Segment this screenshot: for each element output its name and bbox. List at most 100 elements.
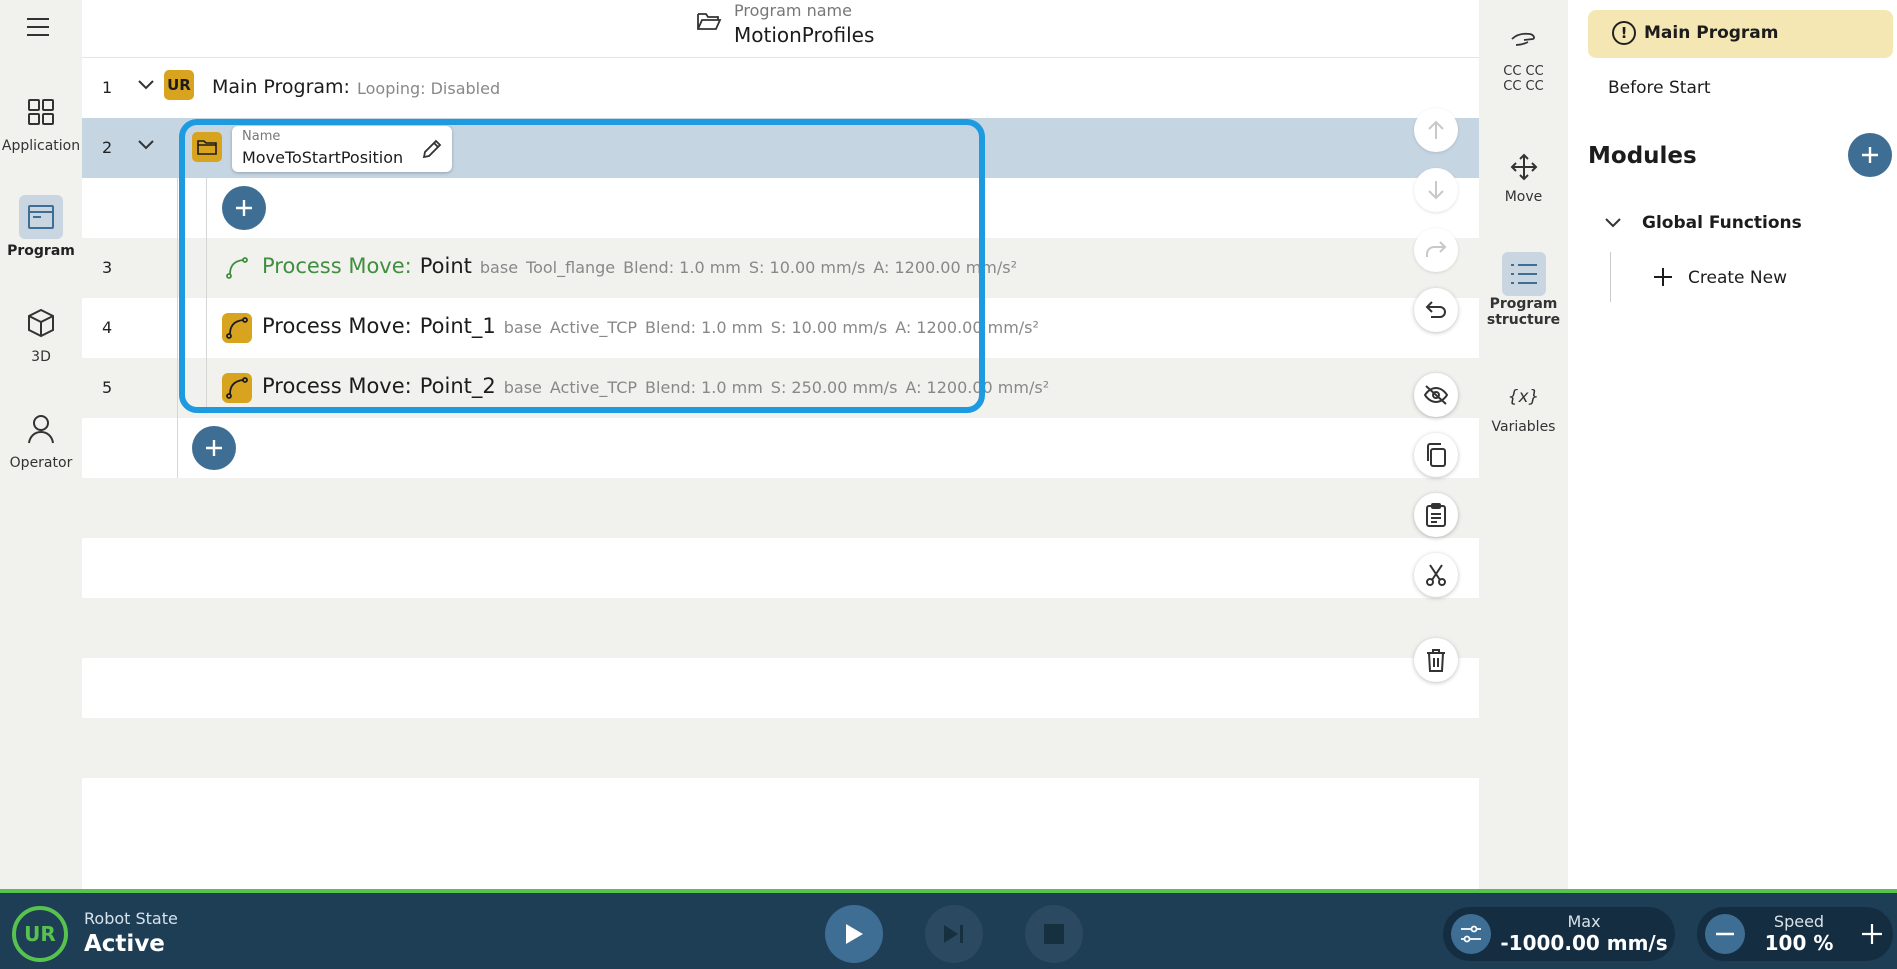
variables-icon: {x} xyxy=(1507,387,1540,407)
program-icon xyxy=(19,195,63,239)
cut-button[interactable] xyxy=(1414,553,1458,597)
minus-icon xyxy=(1716,932,1734,936)
status-footer: UR Robot State Active Max -1000.00 mm/s … xyxy=(0,889,1897,969)
tree-row-move[interactable]: 3 Process Move: Point base Tool_flange Blend… xyxy=(82,238,1479,298)
ur-logo-icon: UR xyxy=(164,70,194,100)
stop-button[interactable] xyxy=(1025,905,1083,963)
speed-value: 100 % xyxy=(1764,931,1834,955)
tree-guide-line xyxy=(1610,252,1611,302)
plus-icon xyxy=(236,200,252,216)
copy-button[interactable] xyxy=(1414,433,1458,477)
add-node-button[interactable] xyxy=(192,426,236,470)
chevron-down-icon[interactable] xyxy=(137,76,155,94)
tree-row-group[interactable]: 2 Name MoveToStartPosition xyxy=(82,118,1479,178)
move-tcp: Tool_flange xyxy=(526,258,616,277)
pencil-icon[interactable] xyxy=(420,137,444,161)
undo-icon xyxy=(1425,301,1446,318)
max-speed-control[interactable]: Max -1000.00 mm/s xyxy=(1443,907,1675,961)
list-icon xyxy=(1501,252,1546,296)
sidebar-item-variables[interactable]: {x} Variables xyxy=(1479,375,1568,435)
undo-button[interactable] xyxy=(1414,288,1458,332)
arrow-up-icon xyxy=(1428,120,1444,139)
global-functions-heading[interactable]: Global Functions xyxy=(1642,213,1802,233)
move-entry: Process Move: Point base Tool_flange Blend: … xyxy=(262,254,1017,278)
hamburger-menu-button[interactable] xyxy=(22,14,54,40)
move-tcp: Active_TCP xyxy=(549,378,638,397)
delete-button[interactable] xyxy=(1414,638,1458,682)
sidebar-item-program-structure[interactable]: Program structure xyxy=(1479,252,1568,328)
scissors-icon xyxy=(1426,564,1446,586)
stop-icon xyxy=(1044,924,1064,944)
line-number: 5 xyxy=(102,378,113,397)
move-frame: base xyxy=(479,258,519,277)
sidebar-item-move[interactable]: Move xyxy=(1479,145,1568,205)
hide-button[interactable] xyxy=(1414,373,1458,417)
move-speed: S: 10.00 mm/s xyxy=(770,318,888,337)
main-program-title: Main Program: xyxy=(212,76,350,98)
move-arrows-icon xyxy=(1502,145,1546,189)
add-node-in-group-button[interactable] xyxy=(222,186,266,230)
app-root: Application Program 3D Operator Program … xyxy=(0,0,1897,969)
add-module-button[interactable] xyxy=(1848,133,1892,177)
sidebar-item-cc[interactable]: CC CC CC CC xyxy=(1479,20,1568,94)
speed-label: Speed xyxy=(1773,912,1825,931)
sidebar-cc-label: CC CC CC CC xyxy=(1503,64,1544,94)
line-number: 1 xyxy=(102,78,113,97)
name-field-label: Name xyxy=(242,129,281,144)
skip-next-icon xyxy=(944,925,963,943)
step-button[interactable] xyxy=(925,905,983,963)
grid-icon xyxy=(19,90,63,134)
speed-slider-control[interactable]: Speed 100 % xyxy=(1697,907,1893,961)
nav-3d[interactable]: 3D xyxy=(0,301,82,391)
speed-settings-button[interactable] xyxy=(1451,914,1491,954)
main-program-card[interactable]: ! Main Program xyxy=(1588,10,1893,58)
move-title: Process Move: xyxy=(262,254,412,278)
nav-application-label: Application xyxy=(1,138,81,154)
tree-row-add-inside xyxy=(82,178,1479,238)
move-frame: base xyxy=(503,318,542,337)
tree-row-main-program[interactable]: 1 UR Main Program: Looping: Disabled xyxy=(82,58,1479,118)
tree-guide-line xyxy=(206,178,207,414)
speed-decrease-button[interactable] xyxy=(1705,914,1745,954)
tree-row-add-main xyxy=(82,418,1479,478)
empty-row xyxy=(82,598,1479,658)
empty-row xyxy=(82,658,1479,718)
move-down-button[interactable] xyxy=(1414,168,1458,212)
play-icon xyxy=(846,924,863,944)
chevron-down-icon[interactable] xyxy=(137,136,155,154)
group-name-field[interactable]: Name MoveToStartPosition xyxy=(232,126,452,172)
program-name[interactable]: MotionProfiles xyxy=(734,23,874,47)
move-blend: Blend: 1.0 mm xyxy=(645,318,763,337)
tree-guide-line xyxy=(177,178,178,478)
sliders-icon xyxy=(1461,925,1481,943)
robot-state-value: Active xyxy=(84,931,165,957)
move-title: Process Move: xyxy=(262,374,412,398)
before-start-item[interactable]: Before Start xyxy=(1608,78,1711,98)
process-move-icon xyxy=(222,253,252,283)
nav-program[interactable]: Program xyxy=(0,195,82,285)
nav-application[interactable]: Application xyxy=(0,90,82,180)
left-nav: Application Program 3D Operator xyxy=(0,0,82,889)
sidebar-variables-label: Variables xyxy=(1491,419,1556,435)
tree-row-move[interactable]: 4 Process Move: Point_1 base Active_TCP Blen… xyxy=(82,298,1479,358)
move-point-name: Point_2 xyxy=(419,374,496,398)
nav-operator[interactable]: Operator xyxy=(0,407,82,497)
plus-icon[interactable] xyxy=(1861,923,1883,945)
tree-row-move[interactable]: 5 Process Move: Point_2 base Active_TCP Blen… xyxy=(82,358,1479,418)
chevron-down-icon[interactable] xyxy=(1604,214,1622,232)
move-speed: S: 10.00 mm/s xyxy=(748,258,866,277)
play-button[interactable] xyxy=(825,905,883,963)
move-speed: S: 250.00 mm/s xyxy=(770,378,898,397)
move-tcp: Active_TCP xyxy=(549,318,638,337)
redo-button[interactable] xyxy=(1414,228,1458,272)
empty-row xyxy=(82,478,1479,538)
create-new-button[interactable]: Create New xyxy=(1688,268,1787,288)
arrow-down-icon xyxy=(1428,181,1444,200)
move-up-button[interactable] xyxy=(1414,108,1458,152)
program-tree: 1 UR Main Program: Looping: Disabled 2 N… xyxy=(82,58,1479,778)
paste-button[interactable] xyxy=(1414,493,1458,537)
modules-heading: Modules xyxy=(1588,143,1697,169)
program-header: Program name MotionProfiles xyxy=(82,0,1479,58)
cube-icon xyxy=(19,301,63,345)
eye-off-icon xyxy=(1423,385,1449,405)
